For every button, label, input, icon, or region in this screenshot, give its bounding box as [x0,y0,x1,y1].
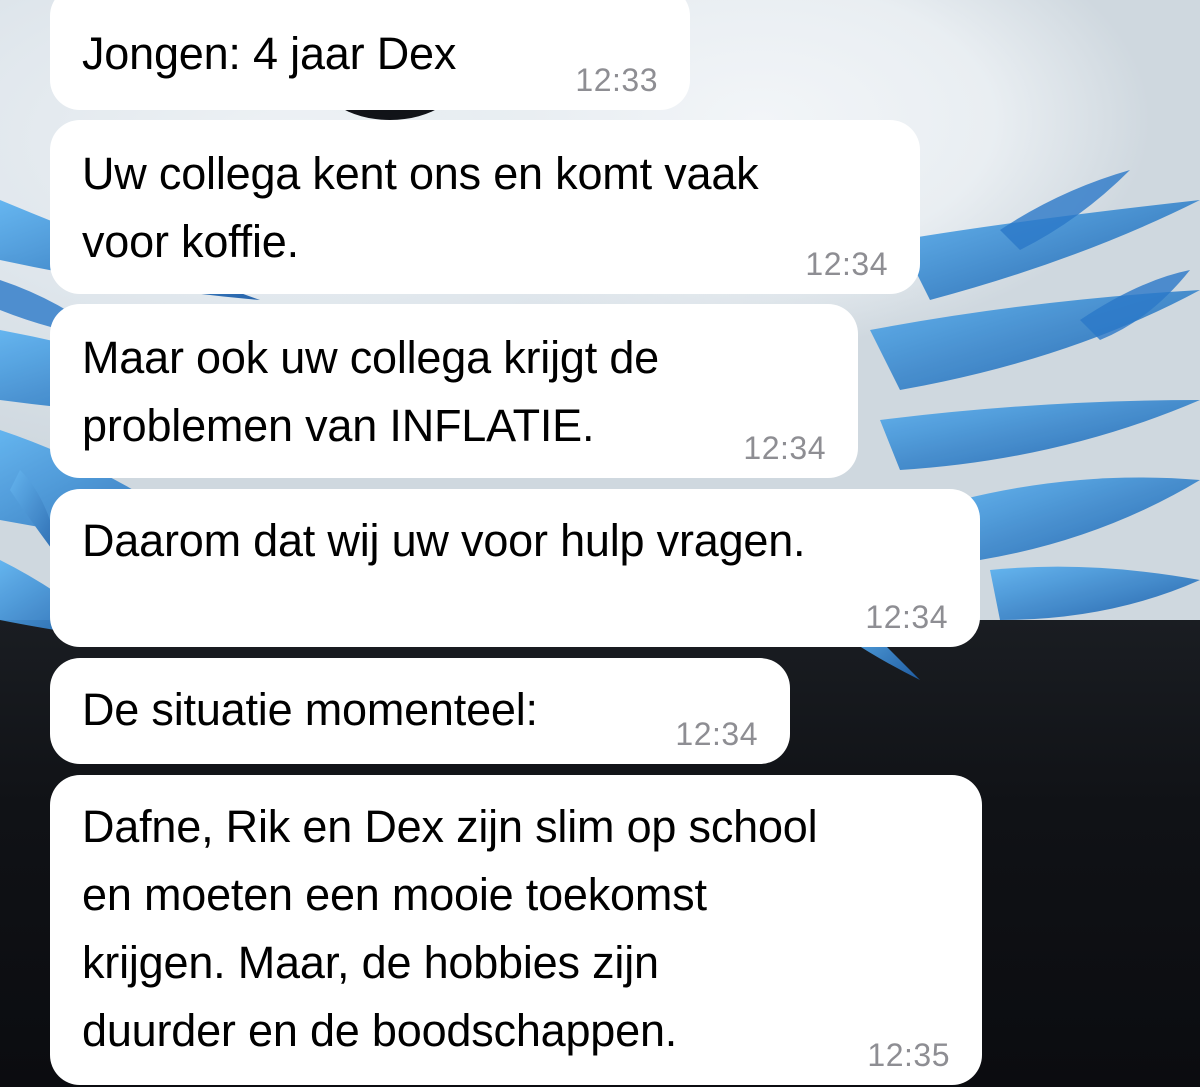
message-timestamp: 12:34 [675,716,758,752]
message-timestamp: 12:35 [867,1037,950,1073]
message-bubble[interactable]: Dafne, Rik en Dex zijn slim op school en… [50,775,982,1085]
message-text: Dafne, Rik en Dex zijn slim op school en… [82,801,818,1056]
message-text: Daarom dat wij uw voor hulp vragen. [82,515,806,566]
message-text: Maar ook uw collega krijgt de problemen … [82,332,659,451]
message-text: Jongen: 4 jaar Dex [82,28,457,79]
message-timestamp: 12:34 [805,246,888,282]
message-timestamp: 12:33 [575,62,658,98]
message-thread[interactable]: Jongen: 4 jaar Dex 12:33 Uw collega kent… [0,0,1200,1087]
message-text: Uw collega kent ons en komt vaak voor ko… [82,148,759,267]
message-timestamp: 12:34 [743,430,826,466]
message-bubble[interactable]: Uw collega kent ons en komt vaak voor ko… [50,120,920,294]
message-bubble[interactable]: De situatie momenteel: 12:34 [50,658,790,764]
message-text: De situatie momenteel: [82,684,538,735]
message-bubble[interactable]: Jongen: 4 jaar Dex 12:33 [50,0,690,110]
message-bubble[interactable]: Maar ook uw collega krijgt de problemen … [50,304,858,478]
message-timestamp: 12:34 [865,599,948,635]
message-bubble[interactable]: Daarom dat wij uw voor hulp vragen. 12:3… [50,489,980,647]
